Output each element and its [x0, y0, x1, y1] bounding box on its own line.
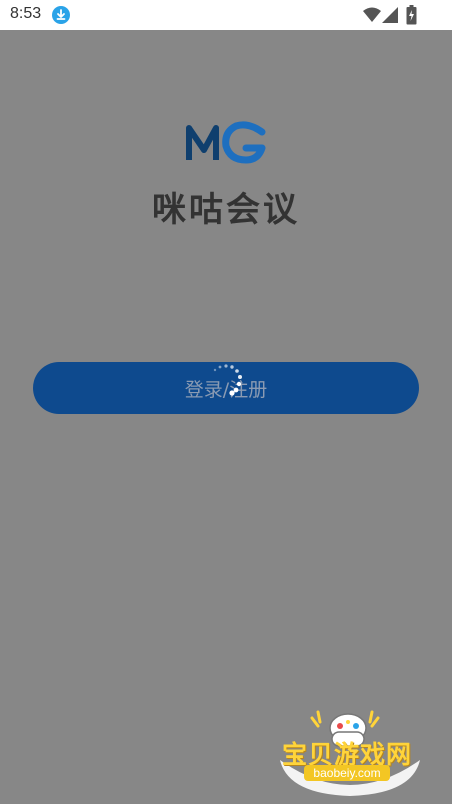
download-icon [52, 6, 70, 24]
wifi-icon [363, 7, 381, 22]
mg-logo-icon [186, 121, 266, 164]
app-name: 咪咕会议 [152, 190, 300, 230]
signal-icon [382, 7, 398, 23]
status-bar: 8:53 [0, 0, 452, 30]
battery-icon [406, 5, 417, 25]
status-time: 8:53 [10, 5, 42, 22]
loading-spinner-icon [213, 364, 242, 396]
watermark-url: baobeiy.com [304, 765, 390, 781]
